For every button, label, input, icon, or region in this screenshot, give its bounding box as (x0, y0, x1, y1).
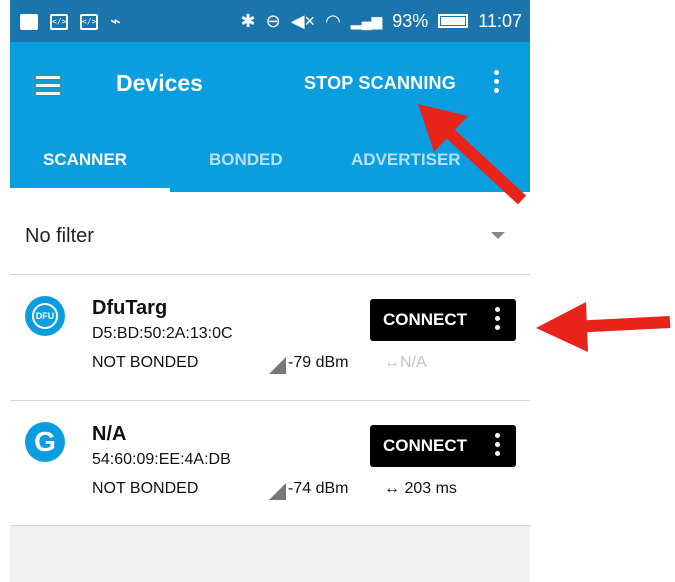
device-row[interactable]: G N/A 54:60:09:EE:4A:DB NOT BONDED -74 d… (10, 401, 530, 527)
avatar-label: G (34, 426, 56, 457)
annotation-arrow-icon (418, 104, 527, 205)
page-title: Devices (116, 70, 203, 96)
stop-scanning-button[interactable]: STOP SCANNING (304, 73, 456, 94)
bond-state: NOT BONDED (92, 480, 199, 497)
arrow-shaft (437, 121, 527, 205)
battery-icon (438, 14, 469, 28)
rssi-value: -79 dBm (288, 354, 349, 371)
tab-bonded[interactable]: BONDED (209, 150, 283, 170)
device-name: N/A (92, 423, 127, 445)
signal-icon: ▂▄▆ (350, 13, 383, 29)
status-bar: </> </> ⌁ ✱ ⊖ ◀× ◠ ▂▄▆ 93% 11:07 (10, 0, 530, 42)
google-avatar-icon: G (25, 422, 65, 462)
phone-screen: </> </> ⌁ ✱ ⊖ ◀× ◠ ▂▄▆ 93% 11:07 Devices… (10, 0, 530, 582)
tab-scanner[interactable]: SCANNER (43, 150, 127, 170)
bond-state: NOT BONDED (92, 354, 199, 371)
status-time: 11:07 (478, 11, 522, 31)
mute-icon: ◀× (290, 11, 316, 31)
avatar-label: DFU (32, 303, 58, 329)
status-system-icons: ✱ ⊖ ◀× ◠ ▂▄▆ 93% 11:07 (241, 9, 522, 33)
device-address: D5:BD:50:2A:13:0C (92, 325, 233, 342)
code-icon: </> (80, 13, 98, 30)
device-menu-icon[interactable] (492, 433, 502, 460)
annotation-arrow-icon (536, 302, 671, 352)
rssi-value: -74 dBm (288, 480, 349, 497)
advertising-interval: ↔N/A (384, 354, 427, 371)
overflow-menu-icon[interactable] (491, 70, 501, 98)
device-name: DfuTarg (92, 297, 168, 319)
connect-label: CONNECT (383, 310, 468, 329)
device-menu-icon[interactable] (492, 307, 502, 334)
bluetooth-icon: ✱ (240, 11, 256, 31)
mail-icon (20, 13, 38, 30)
code-icon: </> (50, 13, 68, 30)
filter-label: No filter (25, 225, 94, 247)
arrow-head (536, 302, 588, 352)
empty-list-area (10, 526, 530, 582)
dropdown-caret-icon (491, 232, 505, 239)
status-notification-icons: </> </> ⌁ (20, 11, 121, 32)
hamburger-menu-icon[interactable] (36, 76, 60, 95)
do-not-disturb-icon: ⊖ (265, 11, 281, 31)
connect-label: CONNECT (383, 436, 468, 455)
signal-strength-icon (269, 483, 286, 500)
connect-button[interactable]: CONNECT (370, 299, 516, 341)
connect-button[interactable]: CONNECT (370, 425, 516, 467)
battery-percent: 93% (392, 11, 429, 31)
signal-strength-icon (269, 357, 286, 374)
device-row[interactable]: DFU DfuTarg D5:BD:50:2A:13:0C NOT BONDED… (10, 275, 530, 401)
dfu-avatar-icon: DFU (25, 296, 65, 336)
device-address: 54:60:09:EE:4A:DB (92, 451, 231, 468)
usb-icon: ⌁ (110, 11, 121, 31)
advertising-interval: ↔ 203 ms (384, 480, 457, 497)
wifi-icon: ◠ (325, 11, 341, 31)
